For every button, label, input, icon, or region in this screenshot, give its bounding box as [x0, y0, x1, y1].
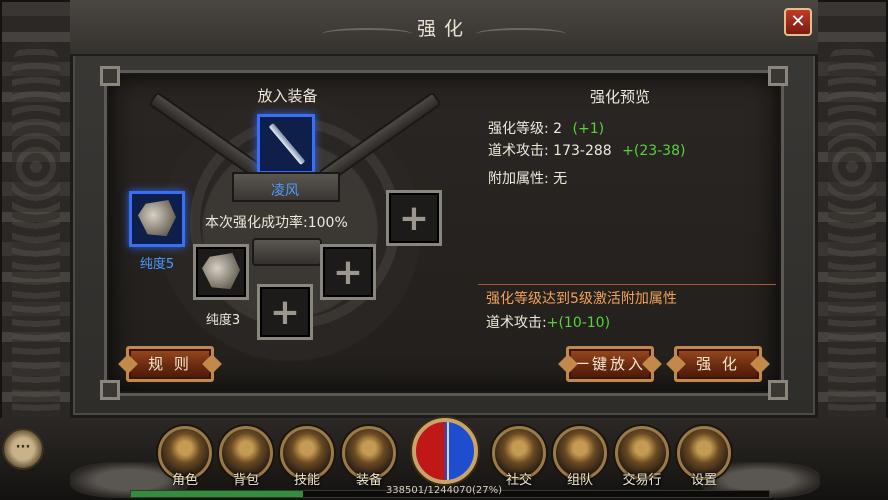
- material-slot-1[interactable]: [129, 191, 185, 247]
- attack-row: 道术攻击: 173-288 +(23-38): [488, 140, 685, 160]
- chat-icon[interactable]: ···: [2, 428, 44, 470]
- plus-icon: +: [398, 197, 430, 239]
- notice-attack-row: 道术攻击:+(10-10): [486, 312, 610, 332]
- upgrade-notice: 强化等级达到5级激活附加属性: [486, 291, 677, 307]
- equipment-slot[interactable]: [257, 114, 315, 174]
- enhance-button[interactable]: 强 化: [674, 346, 762, 382]
- ore-icon: [138, 200, 176, 237]
- empty-slot[interactable]: +: [320, 244, 376, 300]
- empty-slot[interactable]: +: [386, 190, 442, 246]
- section-title-put-equipment: 放入装备: [257, 87, 318, 105]
- frame-corner: [768, 380, 788, 400]
- altar-center-lock: [252, 238, 322, 266]
- hp-mp-orb: [412, 418, 478, 484]
- section-divider: [478, 284, 776, 285]
- rules-button[interactable]: 规 则: [126, 346, 214, 382]
- equipment-name: 凌风: [271, 183, 299, 199]
- level-bonus: (+1): [572, 121, 605, 137]
- notice-attack-value: +(10-10): [546, 315, 611, 331]
- attack-bonus: +(23-38): [622, 143, 686, 159]
- empty-slot[interactable]: +: [257, 284, 313, 340]
- one-click-put-button[interactable]: 一键放入: [566, 346, 654, 382]
- plus-icon: +: [269, 291, 301, 333]
- level-row: 强化等级: 2 (+1): [488, 118, 604, 138]
- ore-icon: [202, 253, 240, 290]
- material-1-label: 纯度5: [139, 257, 175, 272]
- material-2-label: 纯度3: [205, 313, 241, 328]
- frame-corner: [768, 66, 788, 86]
- success-rate-label: 本次强化成功率:100%: [205, 215, 348, 231]
- attack-label: 道术攻击: 173-288: [488, 143, 612, 159]
- material-slot-2[interactable]: [193, 244, 249, 300]
- preview-title: 强化预览: [589, 88, 650, 106]
- sword-icon: [268, 122, 306, 166]
- extra-attr: 附加属性: 无: [488, 171, 568, 187]
- level-label: 强化等级: 2: [488, 121, 563, 137]
- notice-attack-label: 道术攻击:: [486, 315, 547, 331]
- close-icon[interactable]: ✕: [784, 8, 812, 36]
- window-title: 强化: [416, 18, 471, 40]
- plus-icon: +: [332, 251, 364, 293]
- exp-text: 338501/1244070(27%): [385, 485, 503, 496]
- frame-corner: [100, 66, 120, 86]
- frame-corner: [100, 380, 120, 400]
